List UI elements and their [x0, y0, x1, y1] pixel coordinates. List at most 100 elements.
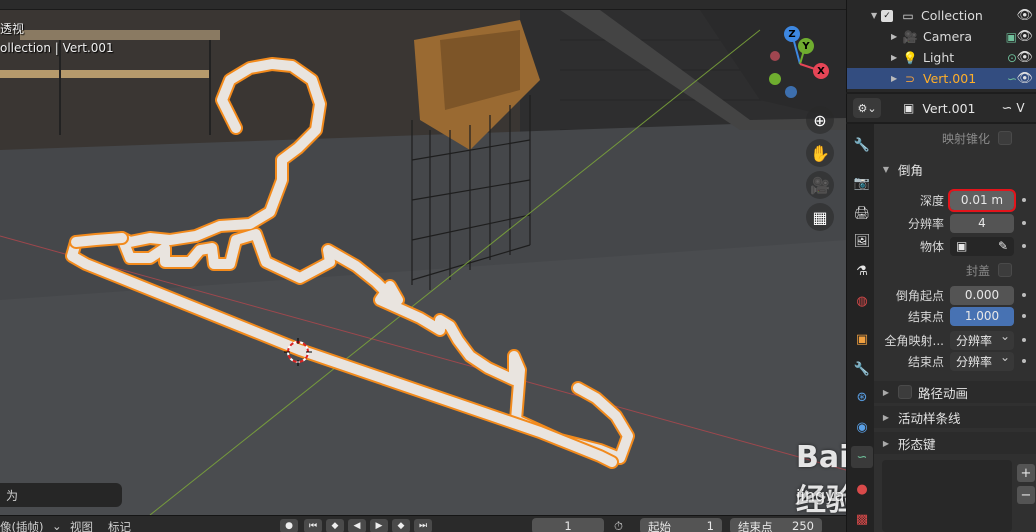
path-animation-checkbox[interactable] — [898, 385, 912, 399]
bevel-end-field[interactable]: 1.000 — [950, 306, 1014, 326]
outliner-panel[interactable]: ▼ ✓ ▭ Collection 👁 ▶ 🎥 Camera ▣ 👁 ▶ 💡 Li… — [846, 0, 1036, 92]
eye-icon[interactable]: 👁 — [1016, 29, 1033, 44]
keyframe-dot-icon[interactable] — [1022, 244, 1026, 248]
path-animation-header[interactable]: ▶ 路径动画 — [874, 381, 1036, 403]
frame-start-field[interactable]: 起始 1 — [640, 518, 722, 532]
editor-type-icon[interactable]: ⚙⌄ — [853, 98, 881, 118]
object-icon[interactable]: ▣ — [851, 328, 873, 350]
bevel-section-header[interactable]: ▼ 倒角 — [874, 158, 1036, 180]
object-data-icon: ▣ — [903, 101, 915, 115]
expand-arrow-icon[interactable]: ▶ — [874, 388, 898, 397]
grid-ortho-icon[interactable]: ▦ — [806, 203, 834, 231]
properties-tab-bar[interactable]: 🔧 📷 🖨 🖼 ⚗ ◍ ▣ 🔧 ⊛ ◉ ∽ ● ▩ — [846, 124, 874, 532]
next-keyframe-icon[interactable]: ◆ — [392, 519, 410, 532]
record-icon[interactable]: ● — [280, 519, 298, 532]
viewport-header-bar[interactable] — [0, 0, 846, 10]
play-icon[interactable]: ▶ — [370, 519, 388, 532]
curve-data-icon[interactable]: ∽ — [851, 446, 873, 468]
resolution-field[interactable]: 4 — [950, 213, 1014, 233]
curve-data-icon[interactable]: ∽ — [1007, 72, 1017, 86]
gizmo-z-axis[interactable]: Z — [784, 26, 800, 42]
timeline-marker-menu[interactable]: 标记 — [108, 519, 131, 532]
timeline-bar[interactable]: 像(插帧) ⌄ 视图 标记 ● ⏮ ◆ ◀ ▶ ◆ ⏭ 1 ⏱ 起始 1 结束点… — [0, 515, 846, 532]
camera-view-icon[interactable]: 🎥 — [806, 171, 834, 199]
expand-arrow-icon[interactable]: ▶ — [874, 439, 898, 448]
object-picker-field[interactable]: ▣ ✎ — [950, 236, 1014, 256]
zoom-icon[interactable]: ⊕ — [806, 106, 834, 134]
jump-start-icon[interactable]: ⏮ — [304, 519, 322, 532]
shape-keys-label: 形态键 — [898, 436, 936, 452]
timeline-view-menu[interactable]: 视图 — [70, 519, 93, 532]
depth-field[interactable]: 0.01 m — [948, 188, 1016, 212]
world-icon[interactable]: ◍ — [851, 290, 873, 312]
expand-arrow-icon[interactable]: ▶ — [891, 53, 901, 62]
fill-caps-checkbox[interactable] — [998, 263, 1012, 277]
expand-arrow-icon[interactable]: ▶ — [891, 74, 901, 83]
fill-caps-label: 封盖 — [965, 263, 990, 278]
keyframe-dot-icon[interactable] — [1022, 293, 1026, 297]
stopwatch-icon[interactable]: ⏱ — [614, 519, 623, 532]
jump-end-icon[interactable]: ⏭ — [414, 519, 432, 532]
bevel-start-field[interactable]: 0.000 — [950, 285, 1014, 305]
frame-end-field[interactable]: 结束点 250 — [730, 518, 822, 532]
keyframe-dot-icon[interactable] — [1022, 221, 1026, 225]
tool-settings-icon[interactable]: 🔧 — [851, 134, 873, 156]
gizmo-y-label: Y — [802, 40, 810, 52]
depth-label: 深度 — [919, 193, 944, 208]
keyframe-dot-icon[interactable] — [1022, 359, 1026, 363]
outliner-item-vert001[interactable]: ▶ ⊃ Vert.001 ∽ 👁 — [847, 68, 1036, 89]
remove-shape-key-button[interactable]: − — [1017, 486, 1035, 504]
material-icon[interactable]: ● — [851, 478, 873, 500]
render-icon[interactable]: 📷 — [851, 172, 873, 194]
eye-icon[interactable]: 👁 — [1016, 8, 1033, 23]
keyframe-dot-icon[interactable] — [1022, 198, 1026, 202]
eye-icon[interactable]: 👁 — [1016, 71, 1033, 86]
full-map-dropdown[interactable]: 分辨率 — [950, 329, 1014, 350]
chevron-down-icon[interactable]: ⌄ — [52, 519, 62, 532]
operator-panel[interactable]: 为 — [0, 483, 122, 507]
active-spline-header[interactable]: ▶ 活动样条线 — [874, 406, 1036, 428]
expand-arrow-icon[interactable]: ▼ — [871, 11, 881, 20]
gizmo-y-axis[interactable]: Y — [798, 38, 814, 54]
expand-arrow-icon[interactable]: ▶ — [874, 413, 898, 422]
shape-keys-list[interactable] — [882, 460, 1012, 532]
outliner-item-label: Camera — [923, 29, 973, 44]
operator-panel-label: 为 — [6, 489, 19, 503]
map-taper-checkbox[interactable] — [998, 131, 1012, 145]
add-shape-key-button[interactable]: + — [1017, 464, 1035, 482]
particles-icon[interactable]: ⊛ — [851, 386, 873, 408]
camera-data-icon[interactable]: ▣ — [1006, 30, 1017, 44]
expand-arrow-icon[interactable]: ▶ — [891, 32, 901, 41]
view-layer-icon[interactable]: 🖼 — [851, 230, 873, 252]
scene-icon[interactable]: ⚗ — [851, 260, 873, 282]
checkbox-icon[interactable]: ✓ — [881, 9, 893, 22]
texture-icon[interactable]: ▩ — [851, 508, 873, 530]
keyframe-dot-icon[interactable] — [1022, 314, 1026, 318]
gizmo-z-label: Z — [788, 28, 796, 40]
current-frame-field[interactable]: 1 — [532, 518, 604, 532]
outliner-item-light[interactable]: ▶ 💡 Light ⊙ 👁 — [847, 47, 1036, 68]
shape-keys-header[interactable]: ▶ 形态键 — [874, 432, 1036, 454]
properties-header[interactable]: ⚙⌄ ▣ Vert.001 ∽ V — [846, 94, 1036, 122]
playback-mode-dropdown[interactable]: 像(插帧) — [0, 519, 43, 532]
keyframe-dot-icon[interactable] — [1022, 338, 1026, 342]
modifier-icon[interactable]: 🔧 — [851, 358, 873, 380]
outliner-item-collection[interactable]: ▼ ✓ ▭ Collection 👁 — [847, 5, 1036, 26]
eyedropper-icon[interactable]: ✎ — [998, 239, 1008, 253]
end-mapping-label: 结束点 — [907, 354, 944, 369]
output-icon[interactable]: 🖨 — [851, 202, 873, 224]
end-mapping-dropdown[interactable]: 分辨率 — [950, 350, 1014, 371]
outliner-item-camera[interactable]: ▶ 🎥 Camera ▣ 👁 — [847, 26, 1036, 47]
bevel-start-row: 倒角起点 0.000 — [874, 285, 1036, 305]
3d-viewport[interactable]: 透视 ollection | Vert.001 Z Y X ⊕ ✋ 🎥 ▦ 为 … — [0, 0, 846, 515]
gizmo-x-axis[interactable]: X — [813, 63, 829, 79]
hand-pan-icon[interactable]: ✋ — [806, 139, 834, 167]
physics-icon[interactable]: ◉ — [851, 416, 873, 438]
expand-arrow-icon[interactable]: ▼ — [874, 165, 898, 174]
properties-body[interactable]: 映射锥化 ▼ 倒角 深度 0.01 m 分辨率 4 物体 ▣ ✎ 封盖 倒角起点… — [874, 124, 1036, 532]
eye-icon[interactable]: 👁 — [1016, 50, 1033, 65]
light-data-icon[interactable]: ⊙ — [1007, 51, 1017, 65]
prev-keyframe-icon[interactable]: ◆ — [326, 519, 344, 532]
play-reverse-icon[interactable]: ◀ — [348, 519, 366, 532]
collection-object-label: ollection | Vert.001 — [0, 41, 114, 55]
